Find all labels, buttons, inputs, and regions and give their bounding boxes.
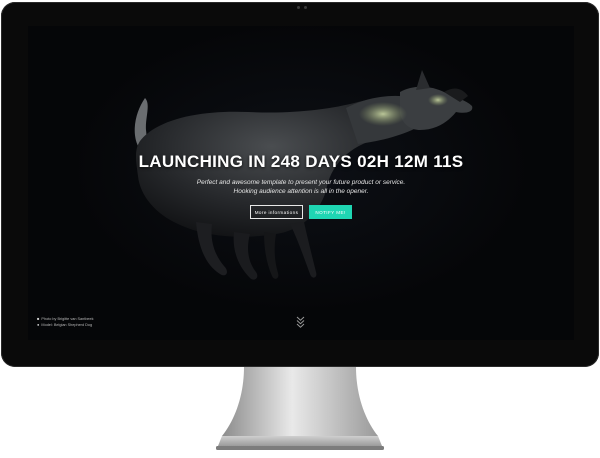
hero-buttons: More informations NOTIFY ME! bbox=[28, 205, 574, 219]
screen: LAUNCHING IN 248 DAYS 02H 12M 11S Perfec… bbox=[28, 26, 574, 340]
scroll-down-button[interactable] bbox=[296, 316, 305, 330]
monitor: LAUNCHING IN 248 DAYS 02H 12M 11S Perfec… bbox=[1, 2, 599, 367]
info-icon: ● bbox=[37, 322, 40, 327]
credit-model: ● Model: Belgian Shepherd Dog bbox=[37, 322, 94, 328]
photo-credits: ■ Photo by Brigitte van Santbeek ● Model… bbox=[37, 316, 94, 328]
hero-section: LAUNCHING IN 248 DAYS 02H 12M 11S Perfec… bbox=[28, 152, 574, 219]
camera-dot bbox=[297, 6, 300, 9]
hero-subtitle-line-2: Hooking audience attention is all in the… bbox=[233, 188, 369, 195]
countdown-title: LAUNCHING IN 248 DAYS 02H 12M 11S bbox=[138, 152, 464, 171]
more-informations-button[interactable]: More informations bbox=[250, 205, 303, 219]
notify-me-button[interactable]: NOTIFY ME! bbox=[309, 205, 352, 219]
camera-dot bbox=[304, 6, 307, 9]
chevron-down-icon bbox=[296, 316, 305, 328]
credit-model-text: Model: Belgian Shepherd Dog bbox=[41, 323, 93, 327]
hero-subtitle-line-1: Perfect and awesome template to present … bbox=[196, 179, 406, 186]
hero-subtitle: Perfect and awesome template to present … bbox=[28, 178, 574, 196]
